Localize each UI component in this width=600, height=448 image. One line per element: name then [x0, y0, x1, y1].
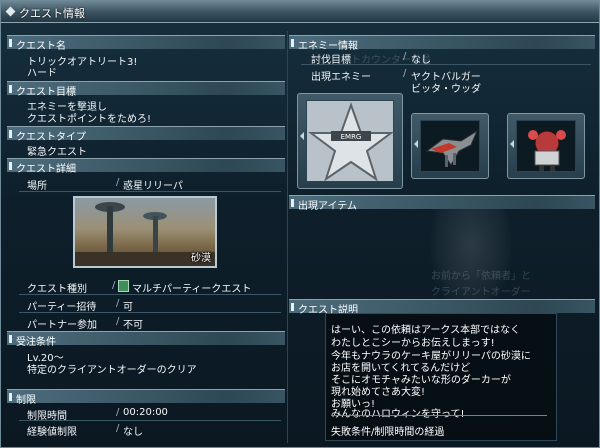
objective-line: クエストポイントをためろ!	[27, 114, 152, 125]
quest-difficulty: ハード	[27, 68, 57, 79]
svg-text:EMRG: EMRG	[341, 133, 362, 141]
title-diamond-icon	[5, 6, 16, 17]
pane-divider	[287, 31, 288, 443]
quest-kind-value: マルチパーティークエスト	[132, 284, 252, 295]
description-divider	[331, 415, 547, 416]
requirements-header: 受注条件	[7, 331, 285, 348]
row-divider	[301, 64, 591, 65]
time-limit-value: 00:20:00	[123, 407, 168, 418]
row-divider	[19, 312, 281, 313]
party-invite-label: パーティー招待	[27, 302, 97, 313]
appear-enemy-label: 出現エネミー	[311, 72, 371, 83]
requirement-line: 特定のクライアントオーダーのクリア	[27, 365, 197, 376]
items-header: 出現アイテム	[289, 195, 595, 212]
exp-limit-value: なし	[123, 427, 143, 438]
separator-slash: /	[116, 298, 120, 309]
partner-value: 不可	[123, 320, 143, 331]
thumbnail-caption: 砂漠	[191, 253, 211, 264]
quest-name-header: クエスト名	[7, 35, 285, 52]
multi-party-icon	[118, 280, 129, 292]
row-divider	[19, 420, 281, 421]
separator-slash: /	[112, 280, 116, 291]
emergency-star-icon[interactable]: EMRG	[297, 93, 403, 189]
objective-header: クエスト目標	[7, 81, 285, 98]
background-ghost-text: クライアントオーダー	[431, 287, 531, 298]
quest-type-header: クエストタイプ	[7, 126, 285, 143]
location-label: 場所	[27, 181, 47, 192]
description-line: みんなのハロウィンを守って!	[331, 405, 465, 420]
separator-slash: /	[403, 68, 407, 79]
separator-slash: /	[116, 316, 120, 327]
location-value: 惑星リリーパ	[123, 181, 183, 192]
title-bar: クエスト情報	[1, 1, 599, 23]
yakt-barger-icon[interactable]	[411, 113, 489, 179]
details-header: クエスト詳細	[7, 158, 285, 175]
window-title: クエスト情報	[19, 7, 85, 20]
limits-header: 制限	[7, 389, 285, 406]
location-thumbnail[interactable]: 砂漠	[73, 196, 217, 268]
quest-info-window: クエスト情報 トカウンター係員 お前から「依頼者」と クライアントオーダー クエ…	[0, 0, 600, 448]
separator-slash: /	[116, 407, 120, 418]
bitta-wooda-icon[interactable]	[507, 113, 585, 179]
row-divider	[19, 294, 281, 295]
description-header: クエスト説明	[289, 299, 595, 316]
separator-slash: /	[116, 177, 120, 188]
quest-type-value: 緊急クエスト	[27, 147, 87, 158]
appear-enemy-value: ビッタ・ウッダ	[411, 84, 481, 95]
party-invite-value: 可	[123, 302, 133, 313]
quest-kind-label: クエスト種別	[27, 284, 87, 295]
fail-condition: 失敗条件/制限時間の経過	[331, 427, 445, 438]
separator-slash: /	[116, 423, 120, 434]
enemy-info-header: エネミー情報	[289, 35, 595, 52]
exp-limit-label: 経験値制限	[27, 427, 77, 438]
partner-label: パートナー参加	[27, 320, 97, 331]
row-divider	[19, 191, 281, 192]
separator-slash: /	[403, 51, 407, 62]
background-ghost-text: お前から「依頼者」と	[431, 271, 531, 282]
